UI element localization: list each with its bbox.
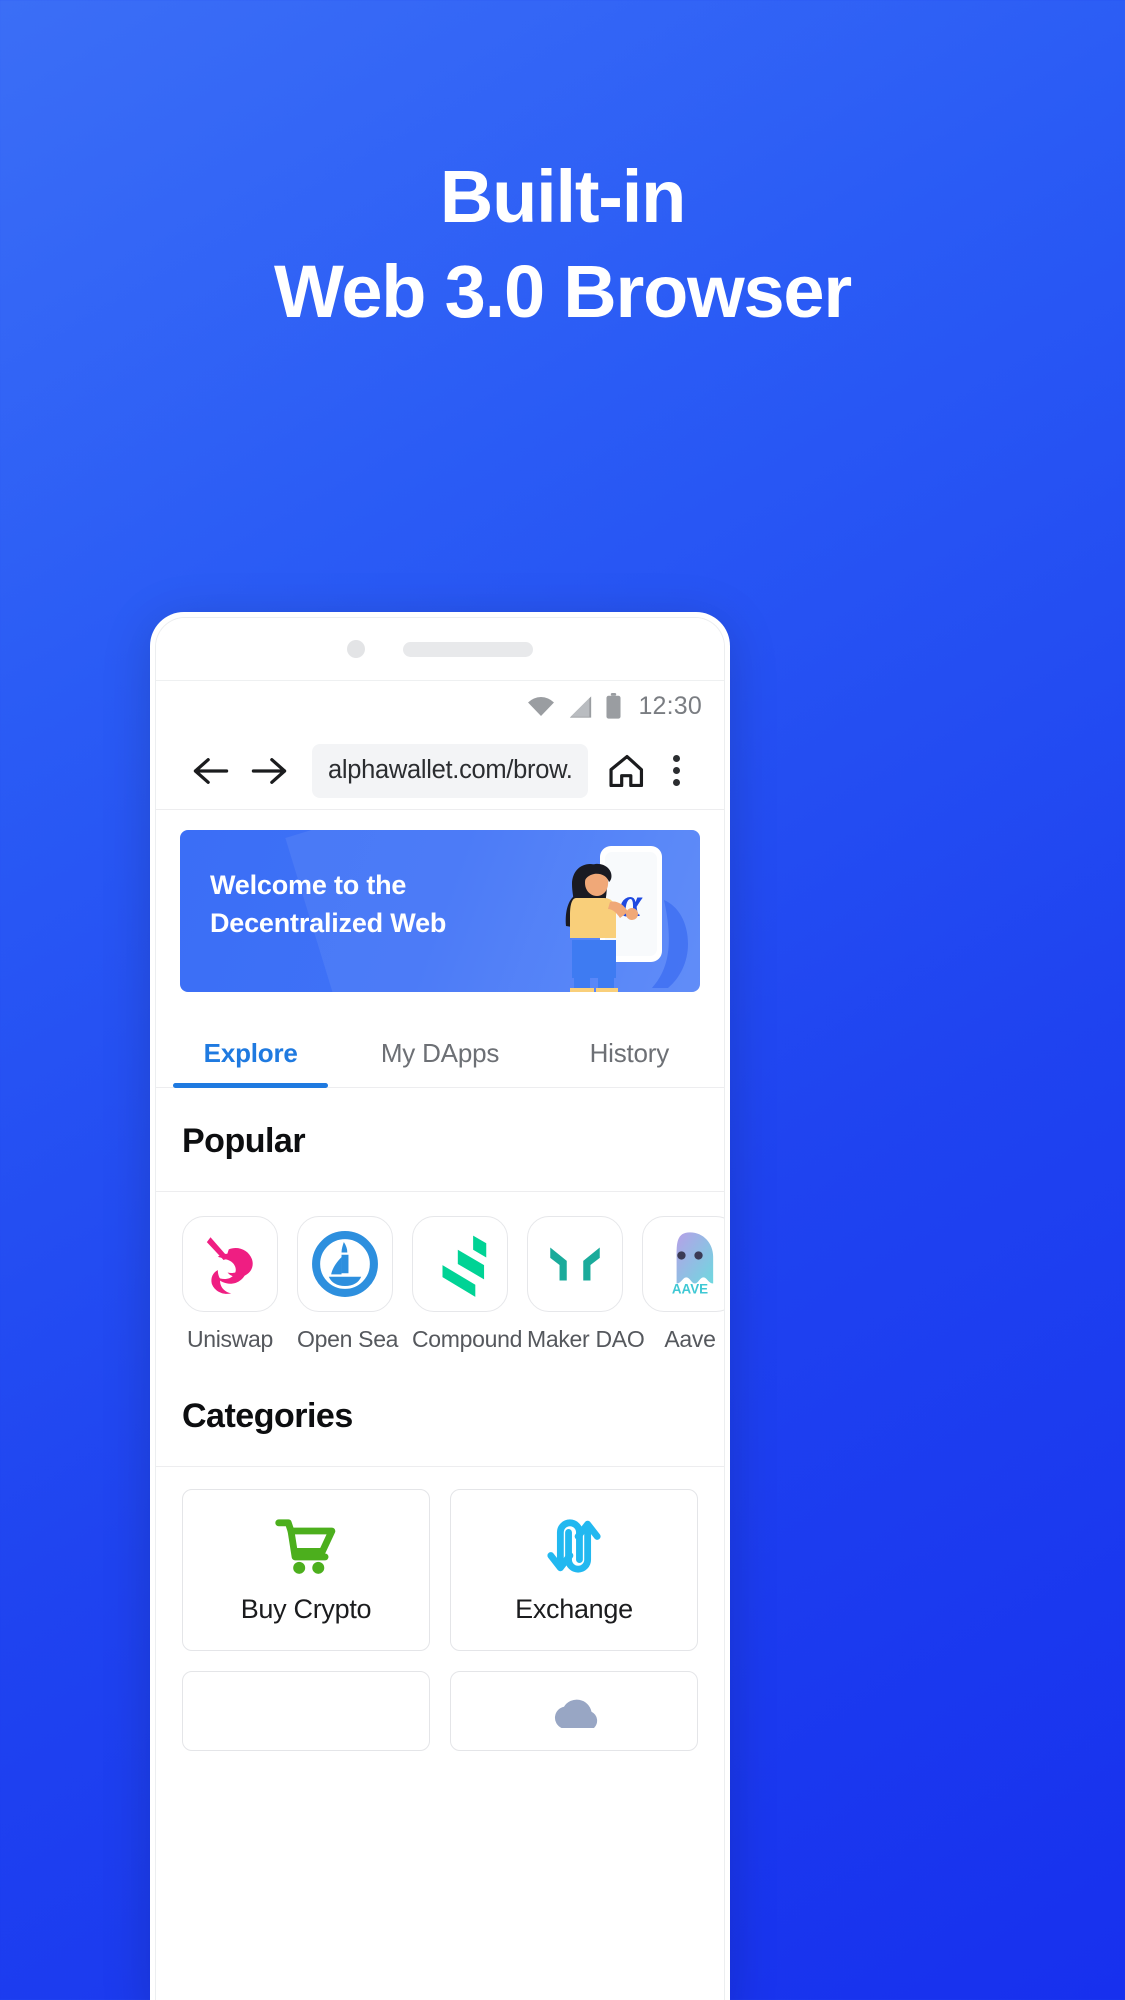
battery-icon bbox=[606, 693, 621, 719]
cellular-signal-icon bbox=[570, 695, 592, 718]
banner-line2: Decentralized Web bbox=[210, 908, 447, 939]
phone-mockup: 12:30 alphawallet.com/brow... Welcome to… bbox=[150, 612, 730, 2000]
overflow-menu-icon bbox=[672, 755, 680, 762]
aave-ghost-icon: AAVE bbox=[672, 1232, 714, 1296]
compound-logo-icon bbox=[442, 1235, 487, 1297]
banner-line1: Welcome to the bbox=[210, 870, 407, 900]
arrow-left-icon bbox=[193, 757, 229, 784]
swap-arrows-icon bbox=[547, 1518, 601, 1573]
dapp-item-uniswap[interactable]: Uniswap bbox=[182, 1216, 278, 1353]
home-button[interactable] bbox=[600, 752, 654, 790]
dapp-tile bbox=[412, 1216, 508, 1312]
makerdao-logo-icon bbox=[550, 1247, 600, 1281]
banner-text: Welcome to the Decentralized Web bbox=[210, 866, 446, 943]
popular-dapps-row: Uniswap Open Sea Compound Maker DAO AAVE… bbox=[156, 1192, 724, 1363]
phone-screen: 12:30 alphawallet.com/brow... Welcome to… bbox=[155, 617, 725, 2000]
uniswap-unicorn-icon bbox=[206, 1237, 253, 1294]
welcome-banner-container: Welcome to the Decentralized Web α bbox=[156, 810, 724, 992]
status-bar-clock: 12:30 bbox=[638, 692, 702, 720]
dapp-label: Maker DAO bbox=[527, 1326, 645, 1352]
dapp-label: Open Sea bbox=[297, 1326, 399, 1352]
tab-explore[interactable]: Explore bbox=[156, 1018, 345, 1088]
woman-with-phone-illustration: α bbox=[565, 846, 688, 992]
overflow-menu-icon bbox=[672, 767, 680, 774]
dapp-tile bbox=[182, 1216, 278, 1312]
overflow-menu-icon bbox=[672, 779, 680, 786]
svg-text:AAVE: AAVE bbox=[672, 1281, 708, 1296]
phone-earpiece-row bbox=[156, 618, 724, 680]
dapp-tile bbox=[297, 1216, 393, 1312]
categories-heading: Categories bbox=[156, 1363, 724, 1466]
shopping-cart-icon bbox=[275, 1518, 336, 1574]
tab-history[interactable]: History bbox=[535, 1018, 724, 1087]
category-card-next-right[interactable] bbox=[450, 1671, 698, 1751]
forward-button[interactable] bbox=[240, 754, 298, 788]
category-card-exchange[interactable]: Exchange bbox=[450, 1489, 698, 1651]
browser-toolbar: alphawallet.com/brow... bbox=[156, 732, 724, 810]
tab-history-label: History bbox=[589, 1038, 670, 1068]
opensea-ship-icon bbox=[312, 1231, 378, 1297]
category-label: Buy Crypto bbox=[240, 1593, 372, 1624]
browser-tabs: Explore My DApps History bbox=[156, 1018, 724, 1088]
hero-headline-line1: Built-in bbox=[439, 155, 686, 238]
category-card-next-left[interactable] bbox=[182, 1671, 430, 1751]
dapp-label: Uniswap bbox=[186, 1326, 274, 1352]
front-camera-icon bbox=[347, 640, 365, 658]
dapp-item-aave[interactable]: AAVE Aave bbox=[642, 1216, 724, 1353]
address-bar[interactable]: alphawallet.com/brow... bbox=[312, 743, 588, 798]
tab-explore-label: Explore bbox=[203, 1038, 298, 1068]
welcome-banner[interactable]: Welcome to the Decentralized Web α bbox=[180, 830, 700, 992]
dapp-tile bbox=[527, 1216, 623, 1312]
category-label: Exchange bbox=[515, 1593, 633, 1624]
hero-headline-line2: Web 3.0 Browser bbox=[274, 249, 852, 333]
categories-grid: Buy Crypto Exchange bbox=[156, 1467, 724, 1751]
tab-my-dapps-label: My DApps bbox=[380, 1038, 500, 1068]
category-card-buy-crypto[interactable]: Buy Crypto bbox=[182, 1489, 430, 1651]
dapp-item-compound[interactable]: Compound bbox=[412, 1216, 523, 1353]
hero-headline: Built-in Web 3.0 Browser bbox=[0, 150, 1125, 339]
dapp-tile: AAVE bbox=[642, 1216, 724, 1312]
earpiece-speaker bbox=[403, 641, 533, 657]
address-bar-text: alphawallet.com/brow... bbox=[328, 756, 572, 784]
cloud-icon bbox=[554, 1699, 598, 1728]
popular-heading: Popular bbox=[156, 1088, 724, 1191]
arrow-right-icon bbox=[251, 757, 287, 784]
wifi-icon bbox=[528, 696, 555, 716]
dapp-item-opensea[interactable]: Open Sea bbox=[297, 1216, 399, 1353]
status-bar: 12:30 bbox=[156, 680, 724, 732]
tab-my-dapps[interactable]: My DApps bbox=[345, 1018, 534, 1087]
dapp-label: Compound bbox=[412, 1326, 523, 1352]
dapp-label: Aave bbox=[664, 1326, 716, 1352]
home-icon bbox=[609, 754, 644, 787]
browser-menu-button[interactable] bbox=[654, 755, 698, 786]
dapp-item-makerdao[interactable]: Maker DAO bbox=[527, 1216, 645, 1353]
back-button[interactable] bbox=[182, 754, 240, 788]
